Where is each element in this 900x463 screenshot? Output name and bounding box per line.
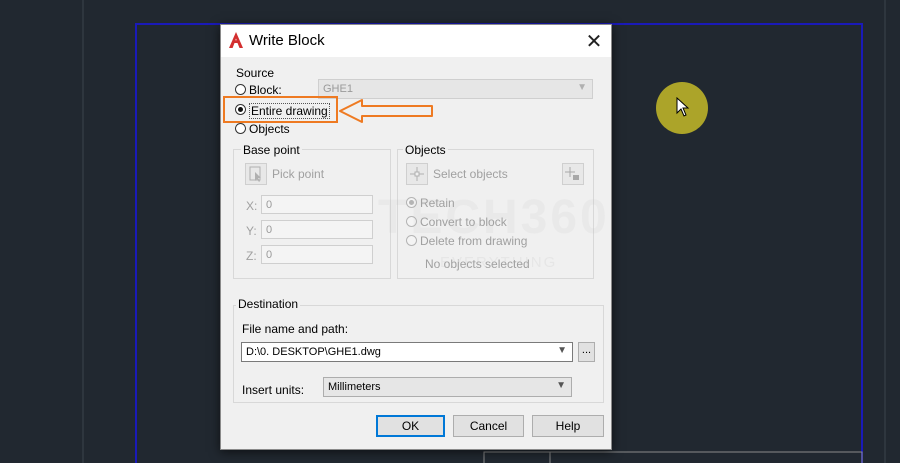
insert-units-value: Millimeters [328,381,381,393]
ok-button[interactable]: OK [376,415,445,437]
block-radio-label: Block: [249,83,282,97]
z-label: Z: [246,249,257,263]
block-radio[interactable] [235,84,246,95]
help-button[interactable]: Help [532,415,604,437]
dialog-titlebar[interactable]: Write Block ✕ [221,25,611,57]
browse-button[interactable]: ... [578,342,595,362]
mouse-cursor-icon [676,97,690,117]
pick-point-label: Pick point [272,167,325,181]
source-label: Source [236,66,275,80]
file-path-combo[interactable]: D:\0. DESKTOP\GHE1.dwg ▼ [241,342,573,362]
title-block [483,451,863,463]
chevron-down-icon: ▼ [577,82,587,93]
x-input[interactable]: 0 [261,195,373,214]
pick-point-button[interactable] [245,163,267,185]
y-input[interactable]: 0 [261,220,373,239]
chevron-down-icon: ▼ [557,345,567,356]
insert-units-select[interactable]: Millimeters ▼ [323,377,572,397]
watermark-tagline: EVERYTHING [440,254,558,271]
pick-point-icon [249,166,261,182]
dialog-title: Write Block [249,32,325,49]
watermark-logo: TECH360 [378,191,610,244]
objects-radio[interactable] [235,123,246,134]
y-label: Y: [246,224,257,238]
base-point-label: Base point [241,143,302,157]
x-label: X: [246,199,258,213]
quick-select-icon [565,167,579,180]
annotation-arrow-icon [339,99,433,123]
insert-units-label: Insert units: [242,383,305,397]
annotation-highlight-box [223,96,338,123]
destination-label: Destination [236,297,301,311]
select-objects-label: Select objects [433,167,508,181]
cancel-button[interactable]: Cancel [453,415,524,437]
objects-group-label: Objects [403,143,448,157]
select-objects-button[interactable] [406,163,428,185]
file-path-value: D:\0. DESKTOP\GHE1.dwg [246,346,381,358]
quick-select-button[interactable] [562,163,584,185]
close-button[interactable]: ✕ [577,25,611,57]
file-name-label: File name and path: [242,322,349,336]
autocad-logo-icon [229,32,243,48]
select-objects-icon [410,167,424,181]
z-input[interactable]: 0 [261,245,373,264]
block-name-combo[interactable]: GHE1 ▼ [318,79,593,99]
block-name-value: GHE1 [323,83,353,95]
objects-radio-label: Objects [249,122,290,136]
close-icon: ✕ [585,30,603,53]
chevron-down-icon: ▼ [556,380,566,391]
